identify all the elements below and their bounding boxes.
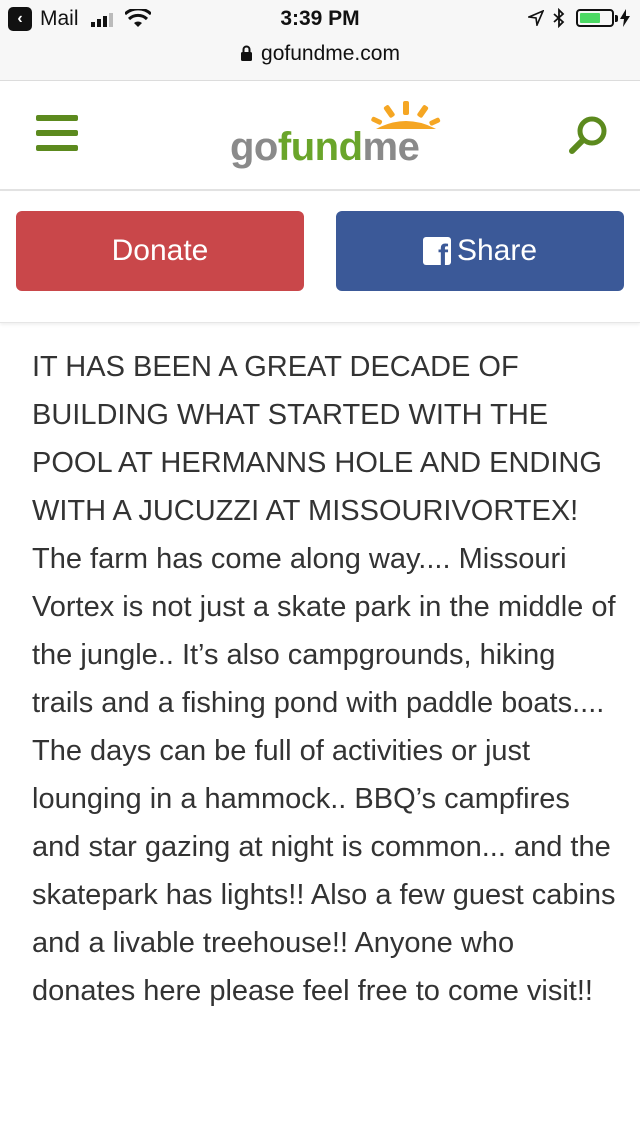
ios-status-bar: ‹ Mail 3:39 PM gofundme.com [0, 0, 640, 81]
location-arrow-icon [528, 10, 544, 26]
share-button[interactable]: f Share [336, 211, 624, 291]
site-header: gofundme [0, 81, 640, 191]
charging-icon [620, 9, 630, 27]
battery-icon [576, 9, 618, 27]
logo-text: gofundme [230, 125, 420, 169]
action-bar: Donate f Share [0, 192, 640, 323]
address-bar[interactable]: gofundme.com [0, 42, 640, 66]
facebook-icon: f [422, 237, 451, 265]
donate-label: Donate [111, 234, 209, 267]
gofundme-logo[interactable]: gofundme [226, 99, 446, 175]
url-text: gofundme.com [261, 42, 400, 65]
donate-button[interactable]: Donate [16, 211, 304, 291]
bluetooth-icon [553, 8, 565, 28]
search-icon[interactable] [566, 113, 610, 157]
menu-icon[interactable] [36, 115, 78, 151]
share-label: Share [456, 234, 538, 267]
campaign-story-text: IT HAS BEEN A GREAT DECADE OF BUILDING W… [32, 351, 616, 1007]
lock-icon [241, 45, 253, 61]
